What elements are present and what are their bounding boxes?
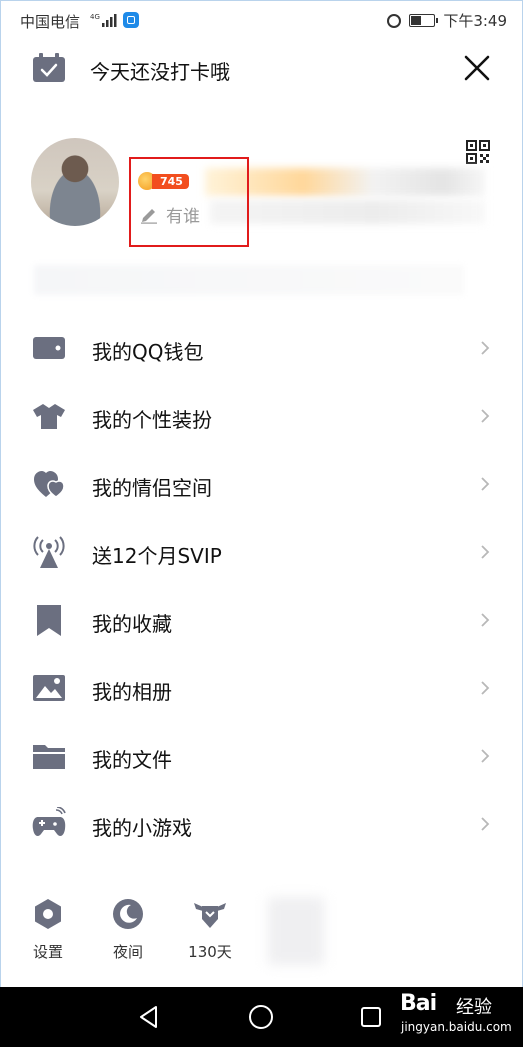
gamepad-icon <box>32 807 66 837</box>
battery-icon <box>409 14 439 27</box>
menu-item-favorites[interactable]: 我的收藏 <box>0 586 523 654</box>
avatar[interactable] <box>31 138 119 226</box>
chevron-right-icon <box>481 749 490 763</box>
menu-item-wallet[interactable]: 我的QQ钱包 <box>0 314 523 382</box>
menu-item-label: 我的文件 <box>92 748 172 772</box>
menu-item-files[interactable]: 我的文件 <box>0 722 523 790</box>
menu-item-dress-up[interactable]: 我的个性装扮 <box>0 382 523 450</box>
calendar-check-icon[interactable] <box>32 53 66 83</box>
menu-item-couple-space[interactable]: 我的情侣空间 <box>0 450 523 518</box>
back-icon[interactable] <box>138 1005 160 1029</box>
chevron-right-icon <box>481 681 490 695</box>
close-icon[interactable] <box>463 54 491 82</box>
hearts-icon <box>34 471 65 498</box>
clock-time: 下午3:49 <box>443 12 507 30</box>
menu-item-label: 我的QQ钱包 <box>92 340 204 364</box>
watermark-suffix: 经验 <box>456 997 492 1018</box>
photo-icon <box>33 675 65 701</box>
faded-row <box>34 265 464 295</box>
wallet-icon <box>33 337 65 359</box>
chevron-right-icon <box>481 613 490 627</box>
chevron-right-icon <box>481 341 490 355</box>
navigation-bar: Bai 经验 jingyan.baidu.com <box>0 987 523 1047</box>
watermark-logo: Bai <box>400 991 437 1016</box>
streak-days-button[interactable]: 130天 <box>180 897 240 962</box>
status-bar: 中国电信 4G 下午3:49 <box>0 0 523 40</box>
watermark-url: jingyan.baidu.com <box>401 1020 512 1034</box>
menu-item-label: 我的小游戏 <box>92 816 192 840</box>
menu-item-label: 我的收藏 <box>92 612 172 636</box>
highlight-box <box>129 157 249 247</box>
settings-label: 设置 <box>32 943 63 961</box>
menu-item-label: 我的相册 <box>92 680 172 704</box>
menu-item-mini-games[interactable]: 我的小游戏 <box>0 790 523 858</box>
moon-icon <box>113 899 143 929</box>
winged-badge-icon <box>194 903 226 928</box>
menu-item-label: 我的个性装扮 <box>92 408 212 432</box>
qr-code-icon[interactable] <box>466 140 490 164</box>
blurred-signature <box>210 200 485 224</box>
checkin-prompt[interactable]: 今天还没打卡哦 <box>90 56 230 85</box>
night-mode-label: 夜间 <box>112 943 143 961</box>
app-notification-icon <box>123 12 139 28</box>
menu-item-album[interactable]: 我的相册 <box>0 654 523 722</box>
signal-icon: 4G <box>90 13 117 27</box>
settings-button[interactable]: 设置 <box>18 897 78 962</box>
carrier-name: 中国电信 <box>20 13 81 31</box>
alarm-icon <box>387 13 402 28</box>
blurred-tool <box>268 897 324 965</box>
folder-icon <box>33 745 65 769</box>
chevron-right-icon <box>481 477 490 491</box>
menu-item-label: 我的情侣空间 <box>92 476 212 500</box>
chevron-right-icon <box>481 545 490 559</box>
shirt-icon <box>33 404 65 429</box>
recent-apps-icon[interactable] <box>360 1006 382 1028</box>
night-mode-button[interactable]: 夜间 <box>98 897 158 962</box>
chevron-right-icon <box>481 409 490 423</box>
home-icon[interactable] <box>248 1004 274 1030</box>
settings-icon <box>35 899 61 929</box>
broadcast-tower-icon <box>33 536 65 568</box>
bookmark-icon <box>37 605 61 636</box>
chevron-right-icon <box>481 817 490 831</box>
streak-days-label: 130天 <box>188 943 232 961</box>
menu-item-svip[interactable]: 送12个月SVIP <box>0 518 523 586</box>
network-type: 4G <box>90 13 100 21</box>
menu-item-label: 送12个月SVIP <box>92 544 222 568</box>
